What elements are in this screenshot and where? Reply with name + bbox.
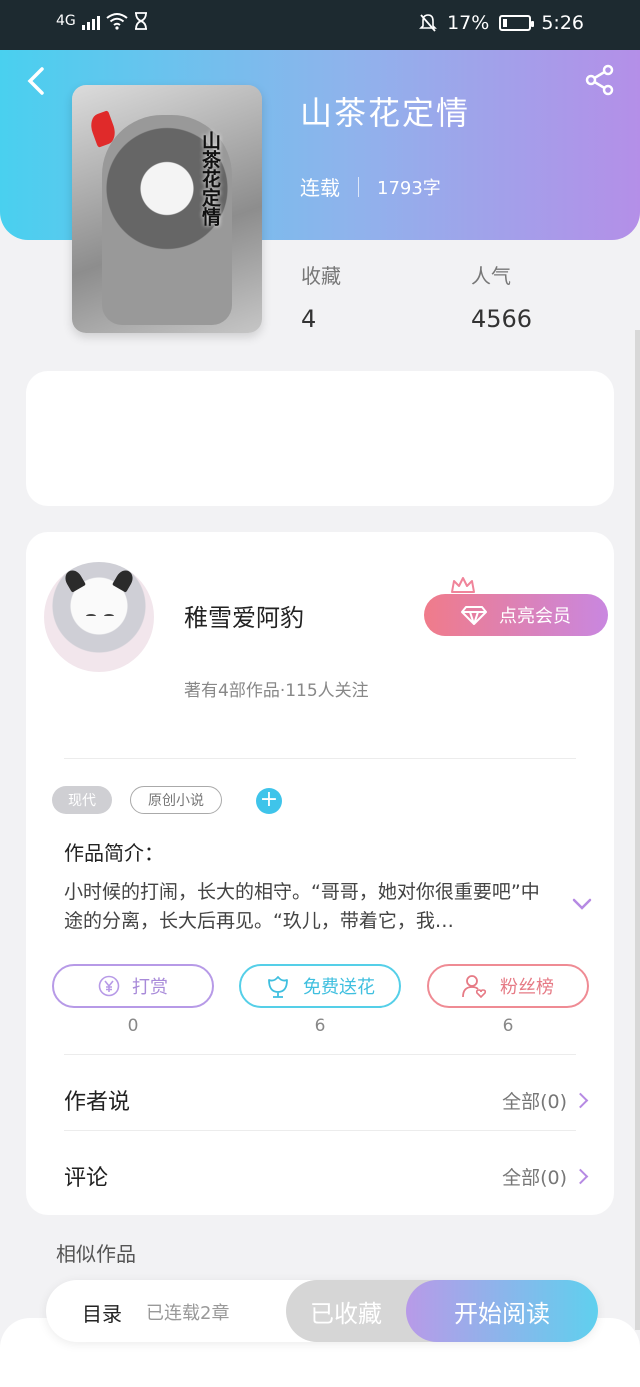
start-reading-button[interactable]: 开始阅读 <box>406 1280 598 1342</box>
chevron-down-icon[interactable] <box>572 898 592 910</box>
send-flower-label: 免费送花 <box>303 977 375 998</box>
share-button[interactable] <box>584 64 616 96</box>
author-note-label[interactable]: 作者说 <box>64 1084 130 1116</box>
comments-label[interactable]: 评论 <box>64 1160 108 1192</box>
fan-rank-label: 粉丝榜 <box>500 977 554 998</box>
author-name[interactable]: 稚雪爱阿豹 <box>184 598 304 633</box>
share-icon <box>585 64 614 96</box>
crown-icon <box>451 577 475 593</box>
wifi-icon <box>106 13 128 30</box>
flower-count: 6 <box>314 1016 326 1036</box>
battery-percent: 17% <box>447 12 490 34</box>
meta-divider <box>358 176 359 197</box>
stat-label: 人气 <box>471 264 511 288</box>
network-type: 4G <box>56 13 76 29</box>
send-flower-button[interactable]: 免费送花 <box>239 964 401 1008</box>
intro-label: 作品简介： <box>64 841 164 865</box>
add-tag-button[interactable]: + <box>256 788 282 814</box>
author-summary: 著有4部作品·115人关注 <box>184 681 369 701</box>
toc-button[interactable]: 目录 <box>82 1298 122 1327</box>
mute-bell-icon <box>419 14 438 32</box>
avatar[interactable] <box>44 562 154 672</box>
bottom-action-bar: 目录 已连载2章 已收藏 开始阅读 <box>46 1280 598 1342</box>
book-detail-screen: 4G 17% 5:26 山茶花定情 山茶花定情 连载 1793字 收藏 4 人气 <box>0 0 640 1387</box>
signal-icon <box>81 12 100 30</box>
vip-button[interactable]: 点亮会员 <box>424 594 608 636</box>
status-bar: 4G 17% 5:26 <box>0 0 640 50</box>
cover-title: 山茶花定情 <box>199 131 221 226</box>
comments-all[interactable]: 全部(0) <box>502 1163 589 1190</box>
stat-value: 4566 <box>471 305 533 333</box>
avatar-eye <box>104 614 114 618</box>
collected-label: 已收藏 <box>310 1299 382 1328</box>
author-card: 稚雪爱阿豹 著有4部作品·115人关注 点亮会员 现代 原创小说 + 作品简介：… <box>26 532 614 1215</box>
back-button[interactable] <box>24 66 50 95</box>
author-note-count: 全部(0) <box>502 1091 567 1113</box>
divider <box>64 1054 576 1055</box>
chevron-right-icon <box>572 1092 589 1109</box>
serial-status: 连载 <box>300 176 340 200</box>
word-count: 1793字 <box>377 177 441 199</box>
scrollbar[interactable] <box>635 330 640 1330</box>
chapter-count: 已连载2章 <box>146 1303 230 1324</box>
fan-rank-icon <box>462 975 487 998</box>
fan-rank-button[interactable]: 粉丝榜 <box>427 964 589 1008</box>
chevron-right-icon <box>572 1168 589 1185</box>
reward-count: 0 <box>127 1016 139 1036</box>
status-right: 17% 5:26 <box>419 12 584 34</box>
similar-works-title: 相似作品 <box>56 1242 136 1266</box>
flower-icon <box>268 976 288 998</box>
avatar-ear <box>62 567 86 593</box>
book-meta: 连载 1793字 <box>300 172 441 201</box>
avatar-ear <box>112 567 136 593</box>
stat-favorites: 收藏 4 <box>301 260 341 333</box>
yen-icon <box>98 975 120 997</box>
tag-genre[interactable]: 现代 <box>52 786 112 814</box>
clock: 5:26 <box>541 12 584 34</box>
start-reading-label: 开始阅读 <box>454 1299 550 1328</box>
divider <box>64 1130 576 1131</box>
reward-label: 打赏 <box>132 977 168 998</box>
status-left: 4G <box>56 12 148 30</box>
book-title: 山茶花定情 <box>300 94 471 132</box>
stat-popularity: 人气 4566 <box>471 260 532 333</box>
fan-count: 6 <box>502 1016 514 1036</box>
tag-category[interactable]: 原创小说 <box>130 786 222 814</box>
hourglass-icon <box>134 12 147 30</box>
stat-label: 收藏 <box>301 264 341 288</box>
battery-icon <box>499 15 535 31</box>
comments-count: 全部(0) <box>502 1167 567 1189</box>
avatar-eye <box>86 614 96 618</box>
book-cover[interactable]: 山茶花定情 <box>72 85 262 333</box>
chevron-left-icon <box>27 67 44 95</box>
author-note-all[interactable]: 全部(0) <box>502 1087 589 1114</box>
reward-button[interactable]: 打赏 <box>52 964 214 1008</box>
stat-value: 4 <box>301 305 317 333</box>
empty-card <box>26 371 614 506</box>
intro-text: 小时候的打闹，长大的相守。“哥哥，她对你很重要吧”中途的分离，长大后再见。“玖儿… <box>64 881 540 932</box>
divider <box>64 758 576 759</box>
diamond-icon <box>461 606 487 625</box>
vip-button-label: 点亮会员 <box>499 606 571 627</box>
